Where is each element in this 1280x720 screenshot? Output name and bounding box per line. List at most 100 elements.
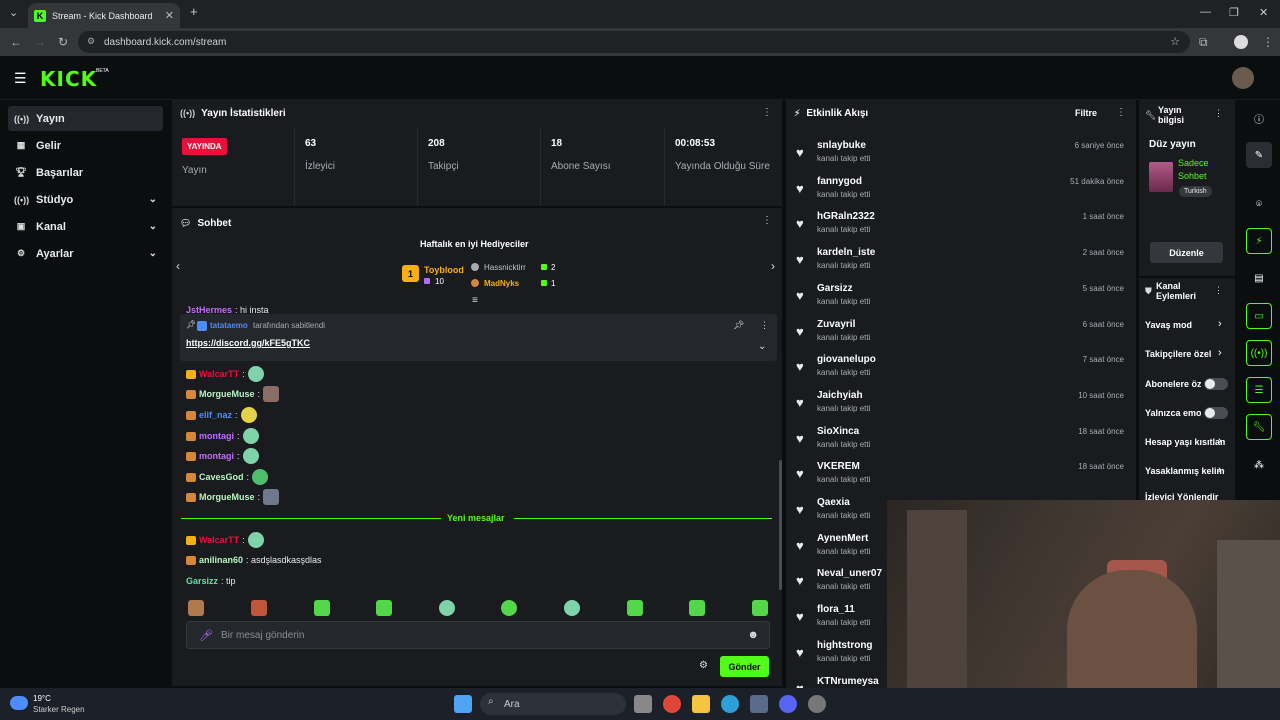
back-icon[interactable]: ← [10, 35, 22, 49]
event-username[interactable]: Qaexia [817, 497, 850, 508]
category-name[interactable]: Sadece Sohbet [1178, 157, 1230, 183]
top-gifter-name[interactable]: Toyblood [424, 265, 464, 275]
sidebar-item-ayarlar[interactable]: ⚙ Ayarlar ⌄ [8, 241, 163, 266]
chat-username[interactable]: Garsizz [186, 576, 218, 586]
event-row[interactable]: ♥ VKEREM kanalı takip etti 18 saat önce [792, 457, 1132, 493]
emote-icon[interactable] [188, 600, 204, 616]
sidebar-item-yayin[interactable]: ((•)) Yayın [8, 106, 163, 131]
chat-settings-gear-icon[interactable]: ⚙ [699, 660, 708, 671]
category-thumbnail[interactable] [1149, 162, 1173, 192]
action-followers-only[interactable]: Takipçilere özel [1145, 349, 1225, 359]
chevron-right-icon[interactable]: › [1218, 464, 1222, 476]
chat-username[interactable]: MorgueMuse [199, 389, 255, 399]
edit-button[interactable]: Düzenle [1150, 242, 1223, 263]
chat-username[interactable]: montagi [199, 431, 234, 441]
apps-icon[interactable]: ⁂ [1246, 452, 1272, 478]
windows-start-icon[interactable] [454, 695, 472, 713]
browser-menu-icon[interactable]: ⋮ [1262, 35, 1274, 49]
event-username[interactable]: SioXinca [817, 426, 859, 437]
file-explorer-icon[interactable] [692, 695, 710, 713]
gifters-next-icon[interactable]: › [771, 259, 775, 273]
emote-icon[interactable] [251, 600, 267, 616]
expand-pinned-icon[interactable]: ⌄ [758, 341, 766, 352]
chevron-right-icon[interactable]: › [1218, 347, 1222, 359]
hamburger-menu-icon[interactable]: ☰ [14, 70, 27, 87]
event-row[interactable]: ♥ Garsizz kanalı takip etti 5 saat önce [792, 279, 1132, 315]
pinned-link[interactable]: https://discord.gg/kFE5gTKC [186, 338, 310, 348]
chat-username[interactable]: montagi [199, 451, 234, 461]
emote-icon[interactable] [376, 600, 392, 616]
url-bar[interactable]: ⚙ dashboard.kick.com/stream ☆ [78, 31, 1190, 53]
microphone-icon[interactable]: 🎤︎ [199, 629, 213, 642]
event-username[interactable]: hGRaln2322 [817, 211, 875, 222]
event-username[interactable]: KTNrumeysa [817, 676, 879, 687]
tab-close-icon[interactable]: ✕ [165, 9, 174, 22]
chat-username[interactable]: WalcarTT [199, 535, 239, 545]
pencil-icon[interactable]: ✎ [1246, 142, 1272, 168]
event-row[interactable]: ♥ kardeln_iste kanalı takip etti 2 saat önc… [792, 243, 1132, 279]
chat-username[interactable]: JstHermes [186, 306, 232, 314]
emote-icon[interactable] [564, 600, 580, 616]
event-username[interactable]: VKEREM [817, 461, 860, 472]
unpin-icon[interactable]: 📌︎ [733, 320, 744, 331]
action-redirect-viewers[interactable]: İzleyici Yönlendir [1145, 492, 1225, 500]
reload-icon[interactable]: ↻ [58, 35, 68, 49]
tab-list-icon[interactable]: ⌄ [9, 6, 18, 19]
pinned-menu-icon[interactable]: ⋮ [760, 320, 769, 331]
sidebar-item-studyo[interactable]: ((•)) Stüdyo ⌄ [8, 187, 163, 212]
extensions-icon[interactable]: ⧉ [1199, 35, 1208, 50]
obs-icon[interactable] [808, 695, 826, 713]
chat-username[interactable]: CavesGod [199, 472, 244, 482]
event-username[interactable]: Zuvayril [817, 319, 855, 330]
sliders-icon[interactable]: ☰ [1246, 377, 1272, 403]
event-row[interactable]: ♥ Jaichyiah kanalı takip etti 10 saat önce [792, 386, 1132, 422]
task-view-icon[interactable] [634, 695, 652, 713]
chat-scrollbar[interactable] [779, 460, 782, 590]
events-menu-icon[interactable]: ⋮ [1116, 107, 1126, 118]
emote-only-toggle[interactable] [1204, 407, 1228, 419]
filter-button[interactable]: Filtre [1075, 108, 1097, 118]
store-icon[interactable] [750, 695, 768, 713]
chevron-right-icon[interactable]: › [1218, 318, 1222, 330]
event-username[interactable]: kardeln_iste [817, 247, 875, 258]
new-messages-label[interactable]: Yeni mesajlar [447, 513, 505, 523]
event-username[interactable]: hightstrong [817, 640, 873, 651]
chat-username[interactable]: elif_naz [199, 410, 232, 420]
discord-icon[interactable] [779, 695, 797, 713]
event-username[interactable]: Garsizz [817, 283, 853, 294]
emote-icon[interactable] [314, 600, 330, 616]
chat-username[interactable]: MorgueMuse [199, 492, 255, 502]
event-username[interactable]: flora_11 [817, 604, 855, 615]
emote-icon[interactable] [439, 600, 455, 616]
event-username[interactable]: AynenMert [817, 533, 868, 544]
gifters-prev-icon[interactable]: ‹ [176, 259, 180, 273]
forward-icon[interactable]: → [34, 35, 46, 49]
user-avatar[interactable] [1232, 67, 1254, 89]
broadcast-icon[interactable]: ((•)) [1246, 340, 1272, 366]
window-close-icon[interactable]: ✕ [1259, 6, 1268, 19]
event-username[interactable]: Neval_uner07 [817, 568, 882, 579]
lightning-icon[interactable]: ⚡︎ [1246, 228, 1272, 254]
chat-username[interactable]: WalcarTT [199, 369, 239, 379]
minimize-icon[interactable]: — [1200, 6, 1211, 18]
event-row[interactable]: ♥ Zuvayril kanalı takip etti 6 saat önce [792, 315, 1132, 351]
emote-icon[interactable] [752, 600, 768, 616]
chat-username[interactable]: anilinan60 [199, 555, 243, 565]
clipboard-icon[interactable]: ▤ [1246, 265, 1272, 291]
profile-icon[interactable] [1234, 35, 1248, 49]
sidebar-item-gelir[interactable]: ▦ Gelir [8, 133, 163, 158]
info-icon[interactable]: ⓘ [1246, 105, 1272, 131]
gifter3-name[interactable]: MadNyks [484, 279, 519, 288]
pinned-by-user[interactable]: tatataemo [210, 321, 248, 330]
gifter2-name[interactable]: Hassnicktirr [484, 263, 526, 272]
event-row[interactable]: ♥ giovanelupo kanalı takip etti 7 saat önce [792, 350, 1132, 386]
emote-icon[interactable] [689, 600, 705, 616]
stats-menu-icon[interactable]: ⋮ [762, 107, 772, 118]
event-username[interactable]: snlaybuke [817, 140, 866, 151]
chat-icon[interactable]: ▭ [1246, 303, 1272, 329]
emote-icon[interactable] [627, 600, 643, 616]
send-button[interactable]: Gönder [720, 656, 769, 677]
chat-menu-icon[interactable]: ⋮ [762, 215, 772, 226]
sidebar-item-basarilar[interactable]: 🏆︎ Başarılar [8, 160, 163, 185]
chrome-icon[interactable] [663, 695, 681, 713]
